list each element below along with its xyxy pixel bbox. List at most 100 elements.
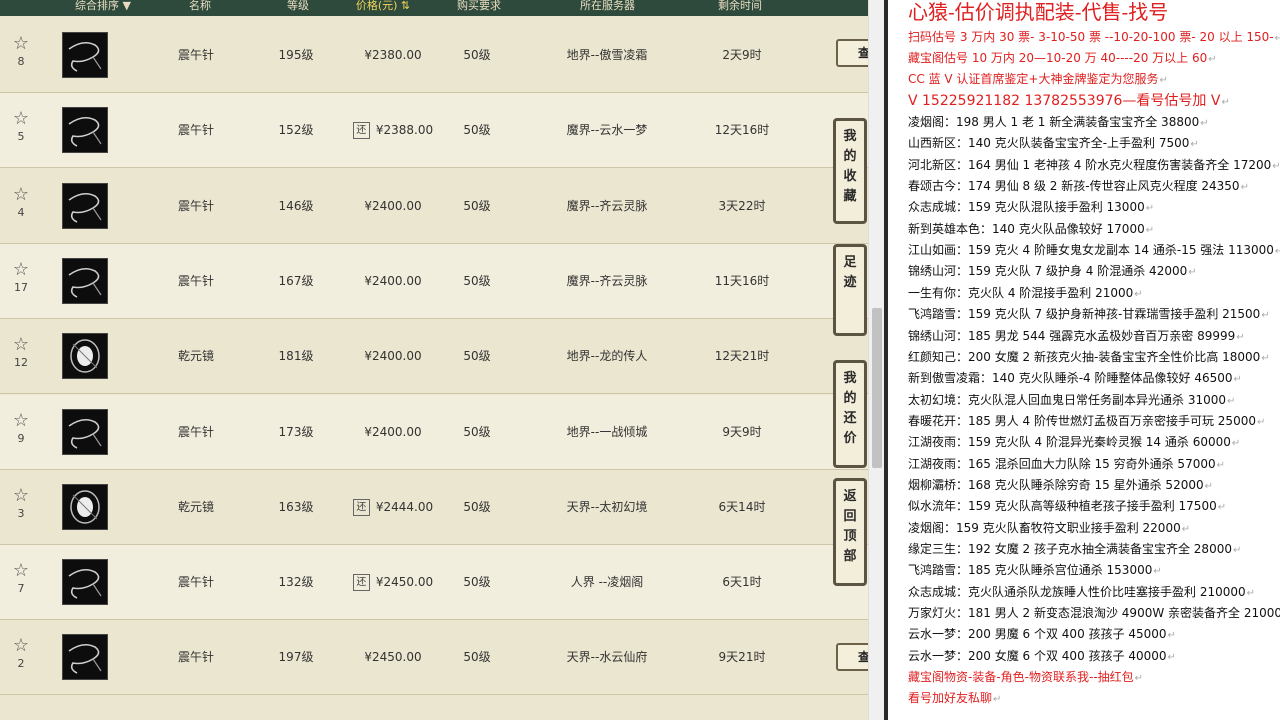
favorite-star[interactable]: ☆ 4 xyxy=(10,184,32,225)
favorite-star[interactable]: ☆ 5 xyxy=(10,109,32,149)
star-icon[interactable]: ☆ xyxy=(10,34,32,54)
return-mark: ↵ xyxy=(1261,352,1270,364)
column-header[interactable]: 剩余时间 xyxy=(700,0,780,12)
column-header[interactable]: 购买要求 xyxy=(440,0,518,12)
star-icon[interactable]: ☆ xyxy=(10,636,32,656)
item-name[interactable]: 震午针 xyxy=(148,545,244,620)
item-level: 146级 xyxy=(278,198,314,213)
mirror-item-icon[interactable] xyxy=(62,483,108,530)
column-header[interactable]: 价格(元) ⇅ xyxy=(328,0,438,12)
needle-item-icon[interactable] xyxy=(62,32,108,78)
price-wrapper: ¥2450.00 xyxy=(330,620,456,695)
needle-item-icon[interactable] xyxy=(62,182,108,229)
notice-line-text: 飞鸿踏雪：185 克火队睡杀宫位通杀 153000 xyxy=(908,563,1153,578)
favorite-star[interactable]: ☆ 17 xyxy=(10,259,32,300)
notice-line: 江湖夜雨：165 混杀回血大力队除 15 穷奇外通杀 57000↵ xyxy=(908,454,1225,475)
item-name[interactable]: 乾元镜 xyxy=(148,319,244,394)
table-row[interactable]: ☆ 2 震午针 197级 50级 天界--水云仙府 9天21时 ¥2450.00 xyxy=(0,620,868,696)
return-mark: ↵ xyxy=(1208,54,1217,65)
return-mark: ↵ xyxy=(1232,545,1242,556)
remaining-time: 12天21时 xyxy=(714,349,770,364)
price-value: ¥2400.00 xyxy=(364,198,422,213)
item-name[interactable]: 震午针 xyxy=(148,620,244,695)
table-row[interactable]: ☆ 4 震午针 146级 50级 魔界--齐云灵脉 3天22时 ¥2400.00 xyxy=(0,169,868,244)
table-row[interactable]: ☆ 8 震午针 195级 50级 地界--傲雪凌霜 2天9时 ¥2380.00 xyxy=(0,18,868,93)
table-row[interactable]: ☆ 3 乾元镜 163级 50级 天界--太初幻境 6天14时还 ¥2444.00 xyxy=(0,470,868,545)
server-name: 地界--龙的传人 xyxy=(566,349,648,364)
item-name[interactable]: 震午针 xyxy=(148,395,244,470)
bargain-icon[interactable]: 还 xyxy=(352,498,370,516)
favorite-star[interactable]: ☆ 3 xyxy=(10,485,32,526)
star-icon[interactable]: ☆ xyxy=(10,184,32,205)
needle-item-icon[interactable] xyxy=(62,257,108,304)
star-icon[interactable]: ☆ xyxy=(10,485,32,506)
item-name[interactable]: 震午针 xyxy=(148,18,244,93)
price-value: ¥2400.00 xyxy=(364,273,422,288)
price-value: ¥2400.00 xyxy=(364,424,422,439)
column-header[interactable]: 综合排序 ▼ xyxy=(48,0,158,12)
column-header[interactable]: 所在服务器 xyxy=(550,0,665,12)
column-header[interactable]: 等级 xyxy=(268,0,328,12)
price-cell: ¥2400.00 xyxy=(330,169,456,244)
table-row[interactable]: ☆ 17 震午针 167级 50级 魔界--齐云灵脉 11天16时 ¥2400.00 xyxy=(0,243,868,319)
item-name[interactable]: 震午针 xyxy=(148,169,244,244)
notice-line-text: 缘定三生：192 女魔 2 孩子克水抽全满装备宝宝齐全 28000 xyxy=(908,542,1232,556)
star-icon[interactable]: ☆ xyxy=(10,335,32,355)
view-button[interactable]: 查 xyxy=(836,643,868,671)
notice-line-text: 万家灯火：181 男人 2 新变态混浪淘沙 4900W 亲密装备齐全 21000… xyxy=(908,606,1280,621)
star-icon[interactable]: ☆ xyxy=(10,109,32,129)
notice-line-text: 山西新区：140 克火队装备宝宝齐全-上手盈利 7500 xyxy=(908,136,1190,151)
table-row[interactable]: ☆ 9 震午针 173级 50级 地界--一战倾城 9天9时 ¥2400.00 xyxy=(0,394,868,470)
favorite-star[interactable]: ☆ 2 xyxy=(10,636,32,676)
footprint-tab[interactable]: 足迹 xyxy=(833,244,867,336)
scrollbar[interactable] xyxy=(868,0,884,720)
table-row[interactable]: ☆ 12 乾元镜 181级 50级 地界--龙的传人 12天21时 ¥2400.00 xyxy=(0,319,868,395)
notice-line-text: 看号加好友私聊 xyxy=(908,691,993,706)
notice-line-text: 云水一梦：200 男魔 6 个双 400 孩孩子 45000 xyxy=(908,627,1167,642)
needle-item-icon[interactable] xyxy=(62,107,108,154)
view-button[interactable]: 查 xyxy=(836,39,868,67)
table-header: 综合排序 ▼ 名称 等级 价格(元) ⇅ 购买要求 所在服务器 剩余时间 xyxy=(0,0,868,16)
return-mark: ↵ xyxy=(1204,480,1213,492)
price-value: ¥2388.00 xyxy=(375,123,434,138)
notice-panel: 心猿-估价调执配装-代售-找号 斗鱼直播 扫码估号 3 万内 30 票- 3-1… xyxy=(888,0,1280,720)
favorite-star[interactable]: ☆ 7 xyxy=(10,561,32,601)
item-name[interactable]: 震午针 xyxy=(148,244,244,319)
notice-line: 春颂古今：174 男仙 8 级 2 新孩-传世容止风克火程度 24350↵ xyxy=(908,176,1249,197)
column-header[interactable]: 名称 xyxy=(165,0,235,12)
mirror-item-icon[interactable] xyxy=(62,333,108,380)
back-to-top-tab[interactable]: 返回顶部 xyxy=(833,478,867,586)
my-favorites-tab[interactable]: 我的收藏 xyxy=(833,118,867,224)
bargain-icon[interactable]: 还 xyxy=(352,574,370,592)
remaining-time: 6天1时 xyxy=(722,575,762,590)
needle-item-icon[interactable] xyxy=(62,408,108,455)
star-icon[interactable]: ☆ xyxy=(10,410,32,431)
notice-line-text: 春暖花开：185 男人 4 阶传世燃灯孟极百万亲密接手可玩 25000 xyxy=(908,413,1256,428)
favorite-star[interactable]: ☆ 8 xyxy=(10,34,32,74)
star-icon[interactable]: ☆ xyxy=(10,561,32,581)
item-name[interactable]: 乾元镜 xyxy=(148,470,244,545)
bargain-icon[interactable]: 还 xyxy=(352,122,370,140)
my-bargain-tab[interactable]: 我的还价 xyxy=(833,360,867,468)
back-to-top-tab-label: 返回顶部 xyxy=(843,489,857,564)
item-name[interactable]: 震午针 xyxy=(148,93,244,168)
remaining-time: 12天16时 xyxy=(714,123,770,138)
notice-line: 河北新区：164 男仙 1 老神孩 4 阶水克火程度伤害装备齐全 17200↵ xyxy=(908,155,1280,176)
needle-item-icon[interactable] xyxy=(62,559,108,606)
server-name: 人界 --凌烟阁 xyxy=(570,575,644,590)
return-mark: ↵ xyxy=(1274,33,1280,44)
table-row[interactable]: ☆ 5 震午针 152级 50级 魔界--云水一梦 12天16时还 ¥2388.00 xyxy=(0,93,868,169)
scrollbar-thumb[interactable] xyxy=(872,308,882,468)
price-cell: ¥2380.00 xyxy=(330,18,456,93)
notice-line-text: 飞鸿踏雪：159 克火队 7 级护身新神孩-甘霖瑞雪接手盈利 21500 xyxy=(908,307,1261,322)
favorite-star[interactable]: ☆ 9 xyxy=(10,410,32,451)
return-mark: ↵ xyxy=(1145,203,1155,215)
needle-item-icon[interactable] xyxy=(62,634,108,681)
my-bargain-tab-label: 我的还价 xyxy=(843,371,857,446)
item-level: 152级 xyxy=(278,123,314,138)
favorite-star[interactable]: ☆ 12 xyxy=(10,335,32,375)
table-row[interactable]: ☆ 7 震午针 132级 50级 人界 --凌烟阁 6天1时还 ¥2450.00 xyxy=(0,545,868,621)
star-icon[interactable]: ☆ xyxy=(10,259,32,280)
return-mark: ↵ xyxy=(1217,502,1227,514)
notice-line-text: V 15225921182 13782553976—看号估号加 V xyxy=(908,93,1221,109)
